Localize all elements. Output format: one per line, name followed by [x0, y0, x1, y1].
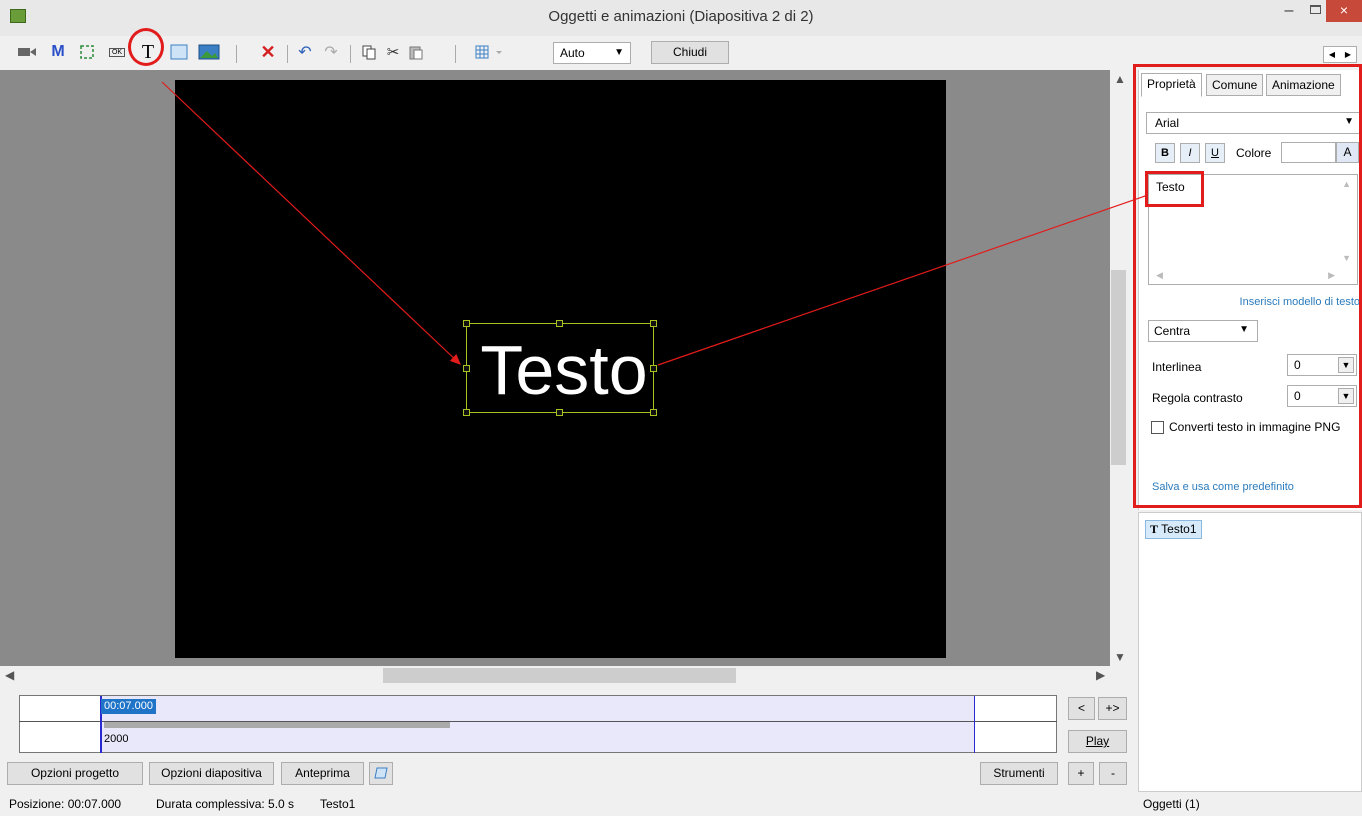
tools-button[interactable]: Strumenti	[980, 762, 1058, 785]
redo-icon[interactable]: ↷	[322, 42, 340, 62]
cut-icon[interactable]: ✂	[384, 42, 402, 62]
list-item[interactable]: T Testo1	[1145, 520, 1202, 539]
timeline-progress	[104, 722, 450, 728]
minimize-button[interactable]: –	[1276, 3, 1302, 22]
close-window-button[interactable]: ×	[1326, 0, 1362, 22]
zoom-value: Auto	[560, 46, 585, 60]
chevron-down-icon: ▼	[614, 47, 624, 58]
preview-button[interactable]: Anteprima	[281, 762, 364, 785]
panel-scroll-arrows[interactable]: ◀ ▶	[1323, 46, 1357, 63]
prev-keyframe-button[interactable]: <	[1068, 697, 1095, 720]
arrow-right-icon[interactable]: ▶	[1340, 47, 1356, 62]
zoom-select[interactable]: Auto ▼	[553, 42, 631, 64]
timeline-end-marker	[974, 696, 975, 753]
timeline-time-label: 00:07.000	[101, 699, 156, 714]
play-button[interactable]: Play	[1068, 730, 1127, 753]
slide-options-button[interactable]: Opzioni diapositiva	[149, 762, 274, 785]
image-icon[interactable]	[197, 42, 221, 62]
timeline-lane[interactable]	[101, 696, 975, 721]
close-button[interactable]: Chiudi	[651, 41, 729, 64]
toolbar-separator	[455, 45, 456, 63]
resize-handle[interactable]	[463, 365, 470, 372]
toolbar-separator	[287, 45, 288, 63]
status-objects-count: Oggetti (1)	[1143, 797, 1200, 811]
add-keyframe-button[interactable]: +>	[1098, 697, 1127, 720]
resize-handle[interactable]	[650, 409, 657, 416]
object-label: Testo1	[1161, 522, 1197, 536]
toolbar-separator	[350, 45, 351, 63]
selection-box[interactable]	[463, 320, 657, 416]
objects-list	[1138, 512, 1362, 792]
status-duration: Durata complessiva: 5.0 s	[156, 797, 295, 811]
button-icon-label: OK	[108, 47, 126, 57]
horizontal-scrollbar[interactable]: ◀ ▶	[0, 666, 1127, 685]
highlight-circle	[128, 28, 164, 66]
resize-handle[interactable]	[650, 365, 657, 372]
resize-handle[interactable]	[463, 320, 470, 327]
highlight-rect-panel	[1133, 64, 1362, 508]
toolbar-separator	[236, 45, 237, 63]
resize-handle[interactable]	[650, 320, 657, 327]
zoom-in-button[interactable]: +	[1068, 762, 1094, 785]
mask-icon[interactable]: M	[48, 42, 68, 62]
zoom-out-button[interactable]: -	[1099, 762, 1127, 785]
scroll-right-icon[interactable]: ▶	[1096, 668, 1105, 682]
maximize-button[interactable]	[1302, 3, 1328, 21]
scrollbar-thumb[interactable]	[383, 668, 736, 683]
resize-handle[interactable]	[556, 320, 563, 327]
rectangle-icon[interactable]	[168, 42, 190, 62]
status-position: Posizione: 00:07.000	[9, 797, 122, 811]
status-selected-object: Testo1	[320, 797, 356, 811]
undo-icon[interactable]: ↶	[296, 42, 314, 62]
video-icon[interactable]	[16, 42, 38, 62]
delete-icon[interactable]: ✕	[257, 42, 279, 62]
scroll-up-icon[interactable]: ▲	[1114, 72, 1126, 86]
grid-icon[interactable]	[472, 42, 508, 62]
arrow-left-icon[interactable]: ◀	[1324, 47, 1340, 62]
scrollbar-thumb[interactable]	[1111, 270, 1126, 465]
vertical-scrollbar[interactable]: ▲ ▼	[1110, 70, 1127, 666]
copy-icon[interactable]	[360, 42, 378, 62]
window-icon	[374, 767, 388, 779]
text-icon: T	[1150, 522, 1159, 536]
window-title: Oggetti e animazioni (Diapositiva 2 di 2…	[548, 8, 814, 25]
highlight-rect-text	[1145, 171, 1204, 207]
scroll-left-icon[interactable]: ◀	[5, 668, 14, 682]
preview-window-button[interactable]	[369, 762, 393, 785]
button-icon[interactable]: OK	[106, 42, 128, 62]
paste-icon[interactable]	[406, 42, 426, 62]
scroll-down-icon[interactable]: ▼	[1114, 650, 1126, 664]
maximize-icon	[1310, 5, 1321, 14]
resize-handle[interactable]	[556, 409, 563, 416]
resize-handle[interactable]	[463, 409, 470, 416]
project-options-button[interactable]: Opzioni progetto	[7, 762, 143, 785]
timeline-value-label: 2000	[104, 733, 129, 745]
frame-icon[interactable]	[77, 42, 97, 62]
